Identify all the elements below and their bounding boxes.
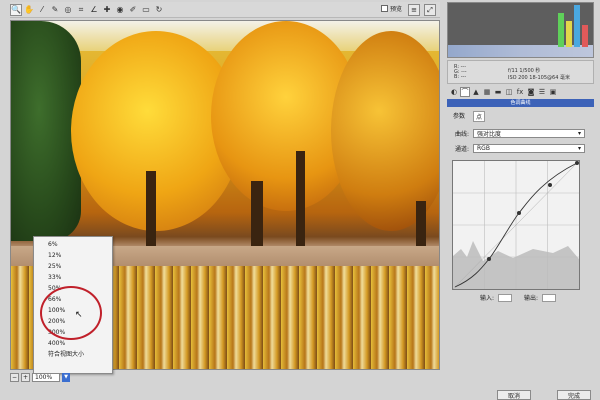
magnifier-icon[interactable]: 🔍: [10, 3, 22, 16]
photo-trunk: [251, 181, 263, 256]
done-button[interactable]: 完成: [557, 390, 591, 400]
zoom-option-25[interactable]: 25%: [34, 261, 112, 272]
color-sampler-icon[interactable]: ✎: [49, 4, 61, 16]
histogram-red-peak: [582, 25, 588, 47]
chevron-down-icon: ▾: [577, 129, 581, 137]
tab-parametric[interactable]: 参数: [451, 111, 467, 122]
input-field[interactable]: [498, 293, 513, 302]
preferences-icon[interactable]: ≡: [408, 4, 420, 16]
zoom-statusbar: − + 100% ▼: [10, 372, 440, 382]
camera-raw-window: 🔍 ✋ ⁄ ✎ ◎ ⌗ ∠ ✚ ◉ ✐ ▭ ↻ 预览 ≡ ⤢ 6% 12% 25…: [0, 0, 600, 400]
cancel-button[interactable]: 取消: [497, 390, 531, 400]
zoom-option-12[interactable]: 12%: [34, 250, 112, 261]
mouse-cursor-icon: ↖: [75, 310, 83, 320]
curve-label: 曲线:: [455, 130, 470, 138]
highlight-circle: [40, 286, 102, 340]
curve-point[interactable]: [548, 183, 552, 187]
effects-panel-icon[interactable]: fx: [515, 87, 525, 97]
straighten-icon[interactable]: ∠: [88, 4, 100, 16]
photo-trunk: [416, 201, 426, 251]
zoom-in-button[interactable]: +: [21, 372, 30, 382]
curve-point[interactable]: [517, 211, 521, 215]
channel-label: 通道:: [455, 145, 470, 153]
histogram-yellow-peak: [566, 21, 572, 47]
crop-icon[interactable]: ⌗: [75, 4, 87, 16]
chevron-down-icon: ▾: [577, 144, 581, 152]
camera-info: R: --- G: --- B: --- f/11 1/500 秒 ISO 20…: [447, 60, 594, 84]
channel-select[interactable]: RGB ▾: [473, 143, 585, 153]
zoom-option-fit-view[interactable]: 符合视图大小: [34, 349, 112, 360]
channel-row: 通道: RGB ▾: [455, 143, 585, 153]
curve-point[interactable]: [575, 161, 579, 165]
rotate-icon[interactable]: ↻: [153, 4, 165, 16]
presets-panel-icon[interactable]: ☰: [537, 87, 547, 97]
photo-trunk: [296, 151, 305, 251]
camera-calibration-icon[interactable]: ◙: [526, 87, 536, 97]
chevron-down-icon[interactable]: ▼: [62, 372, 70, 382]
output-field[interactable]: [542, 293, 557, 302]
brush-icon[interactable]: ✐: [127, 4, 139, 16]
zoom-level-field[interactable]: 100%: [32, 372, 60, 382]
curve-sub-tabs: 参数 点: [451, 111, 486, 122]
basic-panel-icon[interactable]: ◐: [449, 87, 459, 97]
lens-panel-icon[interactable]: ◫: [504, 87, 514, 97]
hsl-panel-icon[interactable]: ▦: [482, 87, 492, 97]
fullscreen-icon[interactable]: ⤢: [424, 4, 436, 16]
curve-preset-value: 强对比度: [477, 130, 502, 138]
panel-title: 色调曲线: [447, 99, 594, 107]
eyedropper-icon[interactable]: ⁄: [36, 4, 48, 16]
checkbox-box[interactable]: [380, 5, 388, 12]
channel-value: RGB: [477, 144, 490, 152]
hand-icon[interactable]: ✋: [23, 4, 35, 16]
exposure-info: f/11 1/500 秒: [508, 68, 541, 74]
detail-panel-icon[interactable]: ▲: [471, 87, 481, 97]
rgb-b-readout: B: ---: [454, 74, 467, 80]
gradient-icon[interactable]: ▭: [140, 4, 152, 16]
preview-checkbox[interactable]: 预览: [380, 4, 402, 13]
curve-point[interactable]: [487, 257, 491, 261]
zoom-option-6[interactable]: 6%: [34, 239, 112, 250]
target-adjust-icon[interactable]: ◎: [62, 4, 74, 16]
histogram-blue-peak: [574, 5, 580, 47]
tab-point[interactable]: 点: [473, 111, 486, 122]
snapshots-panel-icon[interactable]: ▣: [548, 87, 558, 97]
histogram: [447, 2, 594, 58]
split-toning-panel-icon[interactable]: ▬: [493, 87, 503, 97]
toolbar: 🔍 ✋ ⁄ ✎ ◎ ⌗ ∠ ✚ ◉ ✐ ▭ ↻ 预览 ≡ ⤢: [10, 2, 440, 18]
panel-tabs: ◐ ⌒ ▲ ▦ ▬ ◫ fx ◙ ☰ ▣: [447, 86, 594, 98]
output-label: 输出:: [524, 295, 539, 302]
zoom-out-button[interactable]: −: [10, 372, 19, 382]
input-label: 输入:: [480, 295, 495, 302]
retouch-icon[interactable]: ✚: [101, 4, 113, 16]
histogram-green-peak: [558, 13, 564, 47]
curve-preset-select[interactable]: 强对比度 ▾: [473, 128, 585, 138]
tone-curve-editor[interactable]: [452, 160, 580, 290]
zoom-option-33[interactable]: 33%: [34, 272, 112, 283]
tone-curve-panel-icon[interactable]: ⌒: [460, 87, 470, 97]
curve-preset-row: 曲线: 强对比度 ▾: [455, 128, 585, 138]
input-output-row: 输入: 输出:: [480, 293, 557, 302]
tone-curve-graph: [453, 161, 579, 289]
photo-trunk: [146, 171, 156, 251]
red-eye-icon[interactable]: ◉: [114, 4, 126, 16]
iso-info: ISO 200 18-105@64 毫米: [508, 75, 570, 81]
preview-label: 预览: [389, 6, 402, 13]
